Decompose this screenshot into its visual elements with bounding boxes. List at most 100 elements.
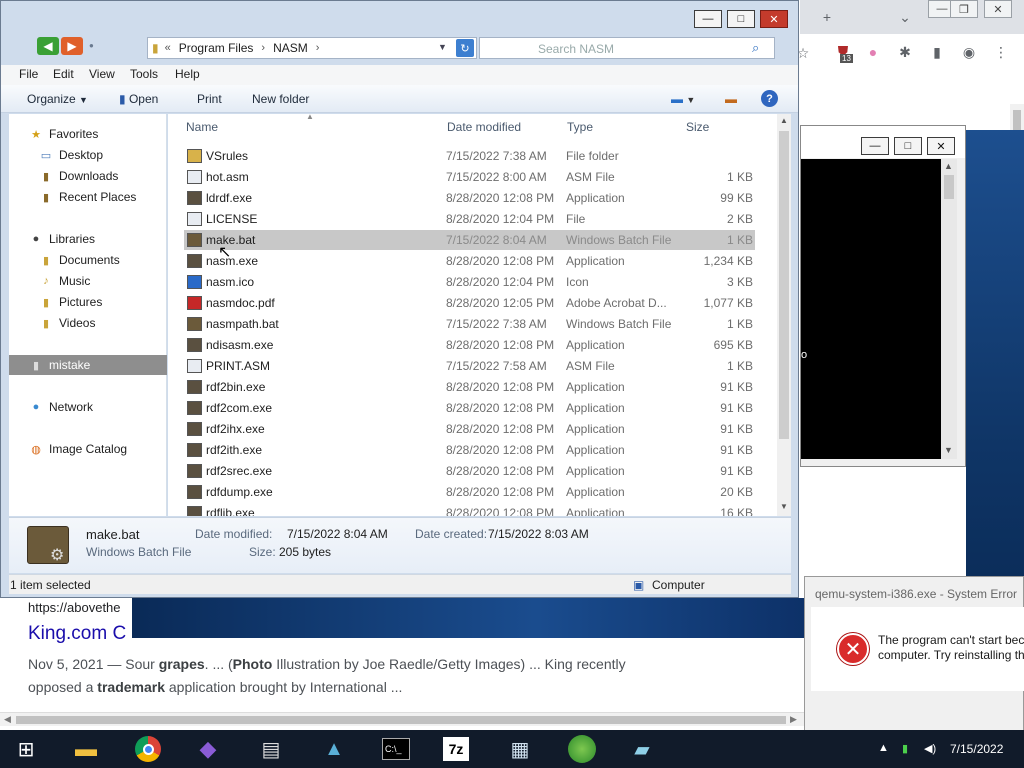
browser-horizontal-scrollbar[interactable]: ◀ ▶: [0, 712, 804, 726]
menu-file[interactable]: File: [19, 67, 38, 81]
nav-network[interactable]: ● Network: [29, 397, 187, 417]
start-button-icon[interactable]: ⊞: [10, 733, 42, 765]
menu-tools[interactable]: Tools: [130, 67, 158, 81]
nav-image-catalog[interactable]: ◍ Image Catalog: [29, 439, 187, 459]
column-header-name[interactable]: Name: [186, 120, 218, 134]
chevron-down-icon[interactable]: ⌄: [896, 8, 914, 26]
tray-chevron-icon[interactable]: ▲: [878, 742, 889, 754]
qemu-scrollbar[interactable]: ▲ ▼: [941, 159, 957, 459]
side-panel-icon[interactable]: ▮: [928, 43, 946, 61]
puzzle-extensions-icon[interactable]: ✱: [896, 43, 914, 61]
column-header-size[interactable]: Size: [686, 120, 709, 134]
recent-pages-icon[interactable]: ●: [89, 41, 94, 50]
file-row[interactable]: nasmdoc.pdf 8/28/2020 12:05 PM Adobe Acrob…: [184, 293, 755, 313]
browser-close-button[interactable]: ✕: [984, 0, 1012, 18]
column-header-type[interactable]: Type: [567, 120, 593, 134]
battery-icon[interactable]: ▮: [902, 742, 908, 755]
search-icon[interactable]: ⌕: [752, 40, 759, 56]
chrome-icon[interactable]: [132, 733, 164, 765]
document-viewer-icon[interactable]: ▦: [504, 733, 536, 765]
pride-extension-icon[interactable]: ●: [864, 43, 882, 61]
scroll-down-icon[interactable]: ▼: [780, 502, 788, 511]
file-row[interactable]: rdflib.exe 8/28/2020 12:08 PM Application 1…: [184, 503, 755, 516]
help-icon[interactable]: ?: [761, 90, 778, 107]
explorer-window[interactable]: — □ ✕ ◀ ▶ ● ▮ « Program Files › NASM › ▼…: [0, 0, 799, 598]
profile-avatar-icon[interactable]: ◉: [960, 43, 978, 61]
address-overflow[interactable]: «: [165, 42, 171, 54]
file-row[interactable]: rdf2srec.exe 8/28/2020 12:08 PM Applicatio…: [184, 461, 755, 481]
minimize-button[interactable]: —: [694, 10, 722, 28]
search-result-title[interactable]: King.com C: [28, 623, 126, 645]
command-prompt-icon[interactable]: C:\_: [380, 733, 412, 765]
horizontal-scroll-thumb[interactable]: [16, 716, 786, 724]
scroll-up-icon[interactable]: ▲: [944, 161, 953, 171]
qemu-close-button[interactable]: ✕: [927, 137, 955, 155]
forward-arrow-icon[interactable]: ▶: [61, 37, 83, 55]
view-options-icon[interactable]: ▬ ▼: [671, 92, 695, 106]
file-explorer-icon[interactable]: ▬: [70, 733, 102, 765]
qemu-window[interactable]: — □ ✕ o ▲ ▼: [800, 125, 966, 467]
new-tab-icon[interactable]: +: [818, 8, 836, 26]
organize-button[interactable]: Organize ▼: [27, 92, 88, 106]
file-row[interactable]: nasmpath.bat 7/15/2022 7:38 AM Windows Bat…: [184, 314, 755, 334]
file-list-scroll-thumb[interactable]: [779, 131, 789, 439]
kebab-menu-icon[interactable]: ⋮: [992, 43, 1010, 61]
windows-orb-icon[interactable]: [566, 733, 598, 765]
remote-desktop-icon[interactable]: ▤: [255, 733, 287, 765]
file-row[interactable]: rdf2bin.exe 8/28/2020 12:08 PM Application…: [184, 377, 755, 397]
image-viewer-icon[interactable]: ▲: [318, 733, 350, 765]
file-row[interactable]: rdf2com.exe 8/28/2020 12:08 PM Application…: [184, 398, 755, 418]
scroll-up-icon[interactable]: ▲: [780, 116, 788, 125]
column-header-date[interactable]: Date modified: [447, 120, 521, 134]
close-button[interactable]: ✕: [760, 10, 788, 28]
nav-mistake[interactable]: ▮ mistake: [9, 355, 167, 375]
qemu-console-screen[interactable]: o: [801, 159, 941, 459]
qemu-minimize-button[interactable]: —: [861, 137, 889, 155]
visual-studio-icon[interactable]: ◆: [192, 733, 224, 765]
breadcrumb-program-files[interactable]: Program Files: [179, 41, 254, 55]
file-row[interactable]: ndisasm.exe 8/28/2020 12:08 PM Application…: [184, 335, 755, 355]
nav-favorites[interactable]: ★ Favorites: [29, 124, 187, 144]
search-result-url[interactable]: https://abovethe: [28, 600, 121, 615]
file-row[interactable]: nasm.exe 8/28/2020 12:08 PM Application 1,2…: [184, 251, 755, 271]
breadcrumb-nasm[interactable]: NASM: [273, 41, 308, 55]
qemu-titlebar[interactable]: — □ ✕: [801, 126, 965, 158]
scroll-left-icon[interactable]: ◀: [4, 714, 11, 725]
file-row[interactable]: rdf2ith.exe 8/28/2020 12:08 PM Application…: [184, 440, 755, 460]
open-button[interactable]: ▮ Open: [119, 92, 158, 106]
chevron-right-icon[interactable]: ›: [316, 42, 320, 54]
preview-pane-icon[interactable]: ▬: [725, 92, 737, 106]
notepad-icon[interactable]: ▰: [626, 733, 658, 765]
scroll-down-icon[interactable]: ▼: [944, 445, 953, 455]
clock[interactable]: 7/15/2022: [950, 742, 1003, 756]
file-row[interactable]: PRINT.ASM 7/15/2022 7:58 AM ASM File 1 KB: [184, 356, 755, 376]
address-bar[interactable]: ▮ « Program Files › NASM › ▼ ↻: [147, 37, 477, 59]
menu-view[interactable]: View: [89, 67, 115, 81]
menu-edit[interactable]: Edit: [53, 67, 74, 81]
file-row[interactable]: VSrules 7/15/2022 7:38 AM File folder: [184, 146, 755, 166]
file-list-scrollbar[interactable]: ▲ ▼: [777, 114, 791, 516]
system-error-dialog[interactable]: qemu-system-i386.exe - System Error ✕ Th…: [804, 576, 1024, 746]
new-folder-button[interactable]: New folder: [252, 92, 309, 106]
file-row[interactable]: hot.asm 7/15/2022 8:00 AM ASM File 1 KB: [184, 167, 755, 187]
file-row[interactable]: make.bat 7/15/2022 8:04 AM Windows Batch F…: [184, 230, 755, 250]
search-input[interactable]: Search NASM ⌕: [479, 37, 775, 59]
refresh-icon[interactable]: ↻: [456, 39, 474, 57]
file-row[interactable]: rdfdump.exe 8/28/2020 12:08 PM Application…: [184, 482, 755, 502]
print-button[interactable]: Print: [197, 92, 222, 106]
menu-help[interactable]: Help: [175, 67, 200, 81]
file-row[interactable]: ldrdf.exe 8/28/2020 12:08 PM Application 99…: [184, 188, 755, 208]
chevron-right-icon[interactable]: ›: [261, 42, 265, 54]
browser-restore-button[interactable]: ❐: [950, 0, 978, 18]
maximize-button[interactable]: □: [727, 10, 755, 28]
address-dropdown-icon[interactable]: ▼: [438, 42, 447, 52]
file-row[interactable]: rdf2ihx.exe 8/28/2020 12:08 PM Application…: [184, 419, 755, 439]
volume-icon[interactable]: ◀): [924, 742, 936, 755]
nav-libraries[interactable]: ● Libraries: [29, 229, 187, 249]
scroll-right-icon[interactable]: ▶: [790, 714, 797, 725]
back-arrow-icon[interactable]: ◀: [37, 37, 59, 55]
file-row[interactable]: nasm.ico 8/28/2020 12:04 PM Icon 3 KB: [184, 272, 755, 292]
7zip-icon[interactable]: 7z: [440, 733, 472, 765]
qemu-maximize-button[interactable]: □: [894, 137, 922, 155]
file-row[interactable]: LICENSE 8/28/2020 12:04 PM File 2 KB: [184, 209, 755, 229]
